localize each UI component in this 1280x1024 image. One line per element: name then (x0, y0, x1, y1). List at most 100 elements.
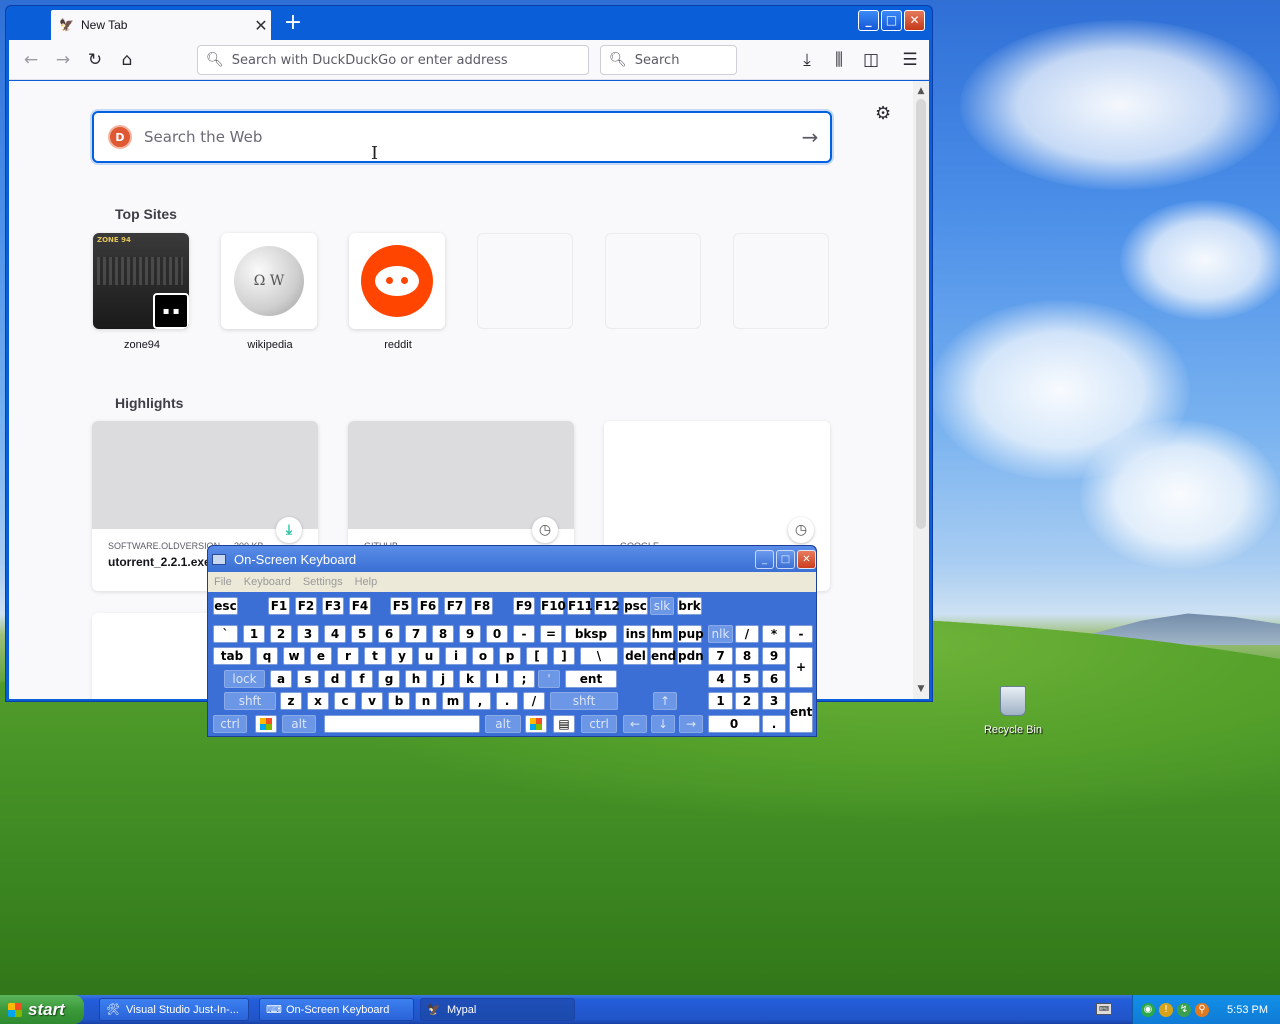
osk-key-tab[interactable]: tab (213, 647, 251, 665)
osk-key-nlk[interactable]: nlk (708, 625, 733, 643)
reload-icon[interactable]: ↻ (83, 48, 107, 72)
search-tray-icon[interactable]: ⚲ (1195, 1002, 1209, 1017)
osk-key-ins[interactable]: ins (623, 625, 648, 643)
task-on-screen-keyboard[interactable]: ⌨ On-Screen Keyboard (259, 998, 414, 1021)
osk-maximize-button[interactable]: □ (776, 549, 795, 569)
osk-key-F8[interactable]: F8 (471, 597, 493, 615)
osk-title-bar[interactable]: On-Screen Keyboard _ □ ✕ (208, 546, 816, 572)
osk-key-shft[interactable]: shft (550, 692, 618, 710)
osk-key-r[interactable]: r (337, 647, 359, 665)
osk-key-6[interactable]: 6 (762, 670, 786, 688)
osk-key-symbol[interactable]: \ (580, 647, 618, 665)
down-arrow-icon[interactable]: ↓ (651, 715, 675, 733)
osk-key-slk[interactable]: slk (650, 597, 674, 615)
osk-key-s[interactable]: s (297, 670, 319, 688)
osk-key-symbol[interactable]: ] (553, 647, 575, 665)
osk-key-alt[interactable]: alt (282, 715, 316, 733)
task-mypal[interactable]: 🦅 Mypal (420, 998, 575, 1021)
osk-key-7[interactable]: 7 (405, 625, 427, 643)
osk-key-symbol[interactable]: ' (538, 670, 560, 688)
osk-key-space[interactable] (324, 715, 480, 733)
osk-key-esc[interactable]: esc (213, 597, 238, 615)
windows-key-icon[interactable] (255, 715, 277, 733)
url-bar[interactable]: 🔍︎ (197, 45, 589, 75)
url-input[interactable] (231, 52, 588, 68)
up-arrow-icon[interactable]: ↑ (653, 692, 677, 710)
osk-key-b[interactable]: b (388, 692, 410, 710)
osk-key-F6[interactable]: F6 (417, 597, 439, 615)
osk-key-n[interactable]: n (415, 692, 437, 710)
osk-key-5[interactable]: 5 (735, 670, 759, 688)
osk-key-shft[interactable]: shft (224, 692, 276, 710)
osk-key-t[interactable]: t (364, 647, 386, 665)
osk-menu-file[interactable]: File (214, 576, 232, 588)
osk-key-4[interactable]: 4 (708, 670, 733, 688)
top-site-wikipedia[interactable]: Ω W wikipedia (221, 233, 319, 351)
osk-key-0[interactable]: 0 (486, 625, 508, 643)
menu-icon[interactable]: ☰ (898, 48, 922, 72)
home-icon[interactable]: ⌂ (115, 48, 139, 72)
osk-key-1[interactable]: 1 (243, 625, 265, 643)
osk-key-F9[interactable]: F9 (513, 597, 535, 615)
osk-key-o[interactable]: o (472, 647, 494, 665)
osk-key-symbol[interactable]: / (735, 625, 759, 643)
osk-key-bksp[interactable]: bksp (565, 625, 617, 643)
osk-key-w[interactable]: w (283, 647, 305, 665)
osk-key-q[interactable]: q (256, 647, 278, 665)
osk-key-ctrl[interactable]: ctrl (581, 715, 617, 733)
osk-key-8[interactable]: 8 (432, 625, 454, 643)
osk-key-F5[interactable]: F5 (390, 597, 412, 615)
osk-key-f[interactable]: f (351, 670, 373, 688)
osk-key-symbol[interactable]: / (523, 692, 545, 710)
osk-key-del[interactable]: del (623, 647, 648, 665)
osk-key-symbol[interactable]: . (762, 715, 786, 733)
forward-icon[interactable]: → (51, 48, 75, 72)
new-tab-button[interactable]: + (281, 12, 305, 36)
web-search-box[interactable]: D → (92, 111, 832, 163)
osk-key-l[interactable]: l (486, 670, 508, 688)
osk-key-symbol[interactable]: [ (526, 647, 548, 665)
osk-key-h[interactable]: h (405, 670, 427, 688)
osk-key-u[interactable]: u (418, 647, 440, 665)
osk-key-0[interactable]: 0 (708, 715, 760, 733)
close-button[interactable]: ✕ (904, 10, 925, 31)
osk-key-d[interactable]: d (324, 670, 346, 688)
osk-key-7[interactable]: 7 (708, 647, 733, 665)
osk-key-j[interactable]: j (432, 670, 454, 688)
osk-key-g[interactable]: g (378, 670, 400, 688)
osk-menu-settings[interactable]: Settings (303, 576, 343, 588)
osk-key-i[interactable]: i (445, 647, 467, 665)
osk-key-9[interactable]: 9 (459, 625, 481, 643)
osk-key-2[interactable]: 2 (735, 692, 759, 710)
osk-key-ctrl[interactable]: ctrl (213, 715, 247, 733)
osk-key-F10[interactable]: F10 (540, 597, 566, 615)
osk-key-2[interactable]: 2 (270, 625, 292, 643)
osk-key-v[interactable]: v (361, 692, 383, 710)
osk-key-symbol[interactable]: ` (213, 625, 238, 643)
top-site-empty[interactable] (605, 233, 703, 329)
keyboard-layout-icon[interactable]: ⌨ (1096, 1003, 1112, 1015)
osk-close-button[interactable]: ✕ (797, 549, 816, 569)
security-shield-icon[interactable]: ! (1159, 1002, 1173, 1017)
osk-key-5[interactable]: 5 (351, 625, 373, 643)
osk-minimize-button[interactable]: _ (755, 549, 774, 569)
search-input[interactable] (634, 52, 736, 68)
recycle-bin[interactable]: Recycle Bin (982, 686, 1044, 736)
network-icon[interactable]: ◉ (1141, 1002, 1155, 1017)
osk-key-end[interactable]: end (650, 647, 676, 665)
osk-key-lock[interactable]: lock (224, 670, 265, 688)
safely-remove-icon[interactable]: ↯ (1177, 1002, 1191, 1017)
web-search-input[interactable] (144, 128, 790, 146)
windows-key-icon[interactable] (525, 715, 547, 733)
osk-key-y[interactable]: y (391, 647, 413, 665)
top-site-empty[interactable] (733, 233, 831, 329)
osk-key-symbol[interactable]: - (513, 625, 535, 643)
top-site-reddit[interactable]: reddit (349, 233, 447, 351)
scroll-down-icon[interactable]: ▼ (913, 681, 929, 697)
osk-key-F2[interactable]: F2 (295, 597, 317, 615)
osk-key-F12[interactable]: F12 (594, 597, 620, 615)
osk-key-9[interactable]: 9 (762, 647, 786, 665)
osk-key-brk[interactable]: brk (677, 597, 702, 615)
arrow-right-icon[interactable]: → (790, 125, 830, 149)
osk-key-psc[interactable]: psc (623, 597, 648, 615)
